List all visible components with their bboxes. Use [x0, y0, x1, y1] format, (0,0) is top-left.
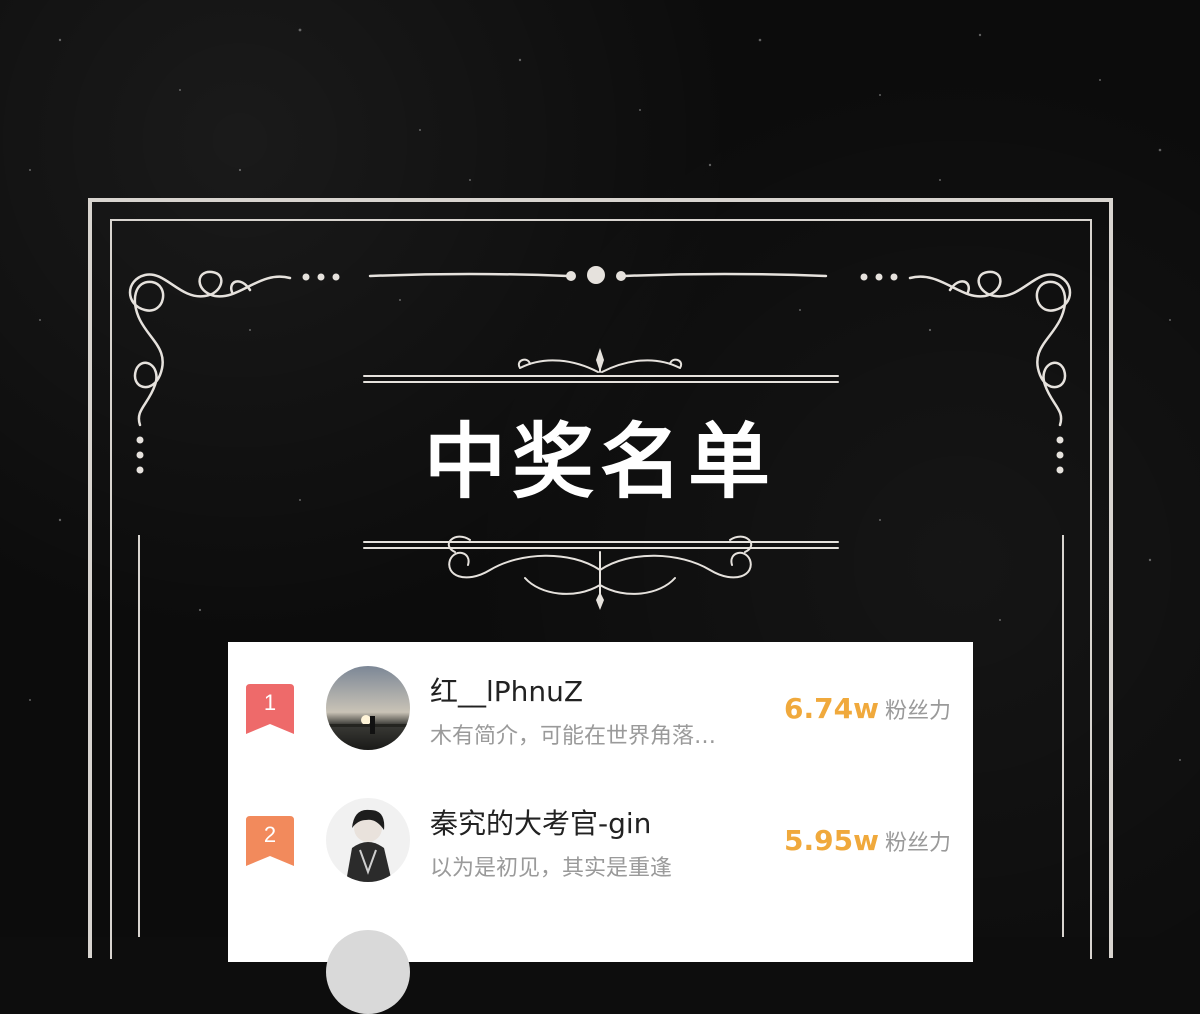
fans-label: 粉丝力 — [884, 831, 951, 856]
fans-value: 5.95w — [784, 824, 879, 857]
fans-label: 粉丝力 — [884, 699, 951, 724]
top-center-dot — [587, 266, 605, 284]
title-top-rule — [363, 375, 839, 383]
winner-row[interactable]: 1 红__lPhnuZ 木有简介，可能在世界角落… 6.74w 粉丝力 — [228, 642, 973, 770]
anime-character-avatar — [326, 798, 410, 882]
right-corner-flourish — [908, 270, 1072, 427]
rank-badge: 1 — [246, 684, 294, 734]
avatar[interactable] — [326, 798, 410, 882]
fans-value: 6.74w — [784, 692, 879, 725]
rank-badge: 2 — [246, 816, 294, 866]
avatar[interactable] — [326, 666, 410, 750]
winner-bio: 以为是初见，其实是重逢 — [430, 856, 673, 881]
winner-bio: 木有简介，可能在世界角落… — [430, 724, 717, 749]
rank-number: 1 — [263, 690, 277, 715]
fans-power: 5.95w 粉丝力 — [784, 824, 951, 857]
fans-power: 6.74w 粉丝力 — [784, 692, 951, 725]
winner-list-card: 1 红__lPhnuZ 木有简介，可能在世界角落… 6.74w 粉丝力 2 秦究… — [228, 642, 973, 1014]
winner-name: 红__lPhnuZ — [430, 675, 584, 708]
rank-number: 2 — [263, 822, 277, 847]
winner-row[interactable]: 2 秦究的大考官-gin 以为是初见，其实是重逢 5.95w 粉丝力 — [228, 774, 973, 902]
left-corner-flourish — [128, 270, 292, 427]
page-title: 中奖名单 — [423, 414, 776, 510]
winner-name: 秦究的大考官-gin — [430, 807, 652, 840]
title-bottom-rule — [363, 541, 839, 549]
sunset-photo-avatar — [326, 666, 410, 750]
avatar-partial[interactable] — [326, 930, 410, 1014]
